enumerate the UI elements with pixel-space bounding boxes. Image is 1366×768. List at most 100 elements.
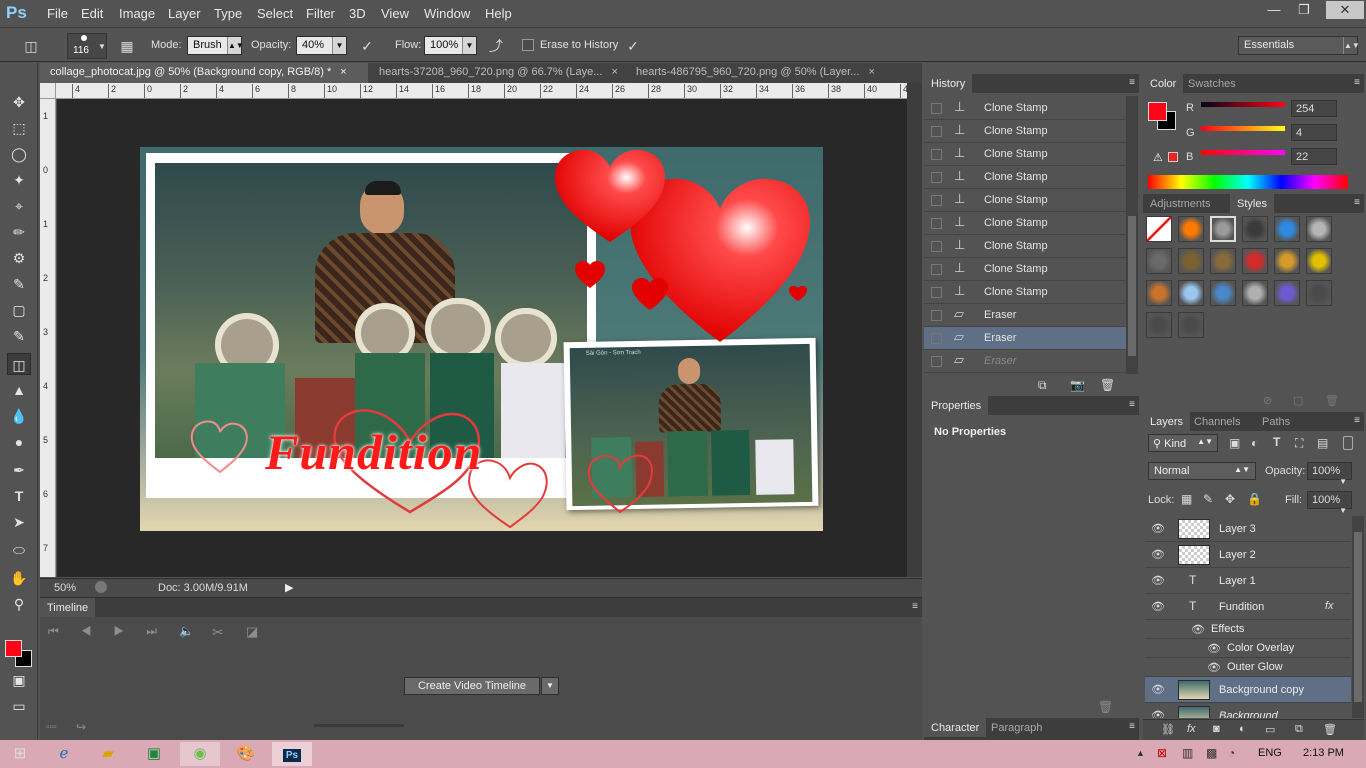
tab-layers[interactable]: Layers <box>1143 412 1191 431</box>
style-swatch[interactable] <box>1274 248 1300 274</box>
tab-properties[interactable]: Properties <box>924 396 989 415</box>
panel-menu-icon[interactable]: ≡ <box>1129 721 1135 732</box>
path-select-icon[interactable]: ➤ <box>7 511 31 533</box>
style-swatch[interactable] <box>1178 280 1204 306</box>
timeline-frames-icon[interactable]: ▫▫▫ <box>46 722 57 733</box>
foreground-color-swatch[interactable] <box>1148 102 1167 121</box>
tab-character[interactable]: Character <box>924 718 987 737</box>
paint-icon[interactable]: 🎨 <box>226 742 266 766</box>
crop-tool-icon[interactable]: ⌖ <box>7 195 31 217</box>
style-swatch[interactable] <box>1146 312 1172 338</box>
b-input[interactable]: 22 <box>1291 148 1337 165</box>
trash-icon[interactable]: 🗑 <box>1325 394 1339 407</box>
ellipse-tool-icon[interactable]: ⬭ <box>7 539 31 561</box>
g-input[interactable]: 4 <box>1291 124 1337 141</box>
fx-icon[interactable]: fx <box>1187 723 1196 735</box>
chrome-icon[interactable]: ◉ <box>180 742 220 766</box>
internet-explorer-icon[interactable]: ℯ <box>44 742 84 766</box>
menu-select[interactable]: Select <box>257 6 293 21</box>
layer-name[interactable]: Background copy <box>1219 684 1304 696</box>
zoom-level[interactable]: 50% <box>54 582 76 594</box>
history-item[interactable]: ▱ Eraser <box>924 327 1126 350</box>
style-swatch[interactable] <box>1210 280 1236 306</box>
tab-paths[interactable]: Paths <box>1255 412 1297 431</box>
layer-row[interactable]: 👁 Background <box>1145 703 1351 718</box>
lasso-tool-icon[interactable]: ◯ <box>7 143 31 165</box>
layer-name[interactable]: Fundition <box>1219 601 1264 613</box>
layers-scrollbar[interactable] <box>1352 516 1364 718</box>
brush-panel-icon[interactable]: ▦ <box>116 35 138 57</box>
clock[interactable]: 2:13 PM <box>1303 747 1344 759</box>
layer-effects-row[interactable]: 👁 Effects <box>1145 620 1351 639</box>
marquee-tool-icon[interactable]: ⬚ <box>7 117 31 139</box>
style-swatch[interactable] <box>1178 248 1204 274</box>
language-indicator[interactable]: ENG <box>1258 747 1282 759</box>
status-arrow-icon[interactable]: ▶ <box>285 581 293 594</box>
filter-smart-icon[interactable]: ▤ <box>1317 436 1328 450</box>
snapshot-checkbox[interactable] <box>931 264 942 275</box>
layer-thumbnail[interactable] <box>1178 545 1210 565</box>
tab-channels[interactable]: Channels <box>1187 412 1247 431</box>
layer-effect-row[interactable]: 👁 Outer Glow <box>1145 658 1351 677</box>
screen-mode-icon[interactable]: ▭ <box>7 695 31 717</box>
tab-timeline[interactable]: Timeline <box>40 598 96 617</box>
canvas-scrollbar[interactable] <box>907 83 922 577</box>
eye-icon[interactable]: 👁 <box>1151 574 1165 587</box>
windows-start-icon[interactable]: ⊞ <box>0 742 40 766</box>
clear-style-icon[interactable]: ⊘ <box>1263 394 1272 407</box>
tray-app-icon[interactable]: ▥ <box>1182 746 1193 760</box>
layer-row[interactable]: 👁 Layer 3 <box>1145 516 1351 542</box>
menu-filter[interactable]: Filter <box>306 6 335 21</box>
style-swatch[interactable] <box>1242 248 1268 274</box>
tab-paragraph[interactable]: Paragraph <box>984 718 1049 737</box>
style-swatch[interactable] <box>1178 216 1204 242</box>
close-button[interactable]: ✕ <box>1326 1 1364 19</box>
menu-type[interactable]: Type <box>214 6 242 21</box>
erase-history-checkbox[interactable] <box>522 39 534 51</box>
panel-menu-icon[interactable]: ≡ <box>1354 77 1360 88</box>
snapshot-checkbox[interactable] <box>931 356 942 367</box>
history-item[interactable]: ⊥ Clone Stamp <box>924 212 1126 235</box>
transition-icon[interactable]: ◪ <box>246 624 258 640</box>
history-scrollbar[interactable] <box>1126 96 1138 374</box>
airbrush-icon[interactable]: ⤴ <box>485 35 507 57</box>
history-item[interactable]: ⊥ Clone Stamp <box>924 143 1126 166</box>
layer-row[interactable]: 👁 Layer 2 <box>1145 542 1351 568</box>
style-swatch[interactable] <box>1178 312 1204 338</box>
style-swatch[interactable] <box>1274 216 1300 242</box>
brush-size-picker[interactable]: 116 ▼ <box>67 33 107 59</box>
history-item[interactable]: ⊥ Clone Stamp <box>924 120 1126 143</box>
menu-view[interactable]: View <box>381 6 409 21</box>
close-icon[interactable]: × <box>340 66 346 78</box>
r-input[interactable]: 254 <box>1291 100 1337 117</box>
eye-icon[interactable]: 👁 <box>1151 522 1165 535</box>
eraser-preset-icon[interactable]: ◫ <box>20 35 42 57</box>
b-slider[interactable] <box>1201 150 1285 155</box>
style-swatch[interactable] <box>1146 248 1172 274</box>
panel-menu-icon[interactable]: ≡ <box>912 601 918 612</box>
playback-controls[interactable]: ⏮◀▶⏭🔈 <box>48 624 216 639</box>
lock-move-icon[interactable]: ✥ <box>1225 492 1235 506</box>
snapshot-checkbox[interactable] <box>931 149 942 160</box>
eraser-tool-icon[interactable]: ◫ <box>7 353 31 375</box>
mask-icon[interactable]: ◙ <box>1213 723 1220 735</box>
brush-tool-icon[interactable]: ✎ <box>7 273 31 295</box>
style-swatch[interactable] <box>1274 280 1300 306</box>
menu-file[interactable]: File <box>47 6 68 21</box>
history-item[interactable]: ⊥ Clone Stamp <box>924 258 1126 281</box>
fill-input[interactable]: 100% ▼ <box>1307 491 1352 515</box>
eye-icon[interactable]: 👁 <box>1151 548 1165 561</box>
style-swatch[interactable] <box>1242 216 1268 242</box>
healing-brush-icon[interactable]: ⚙ <box>7 247 31 269</box>
move-tool-icon[interactable]: ✥ <box>7 91 31 113</box>
tab-swatches[interactable]: Swatches <box>1181 74 1243 93</box>
pressure-opacity-icon[interactable]: ✓ <box>356 35 378 57</box>
snapshot-checkbox[interactable] <box>931 241 942 252</box>
layer-row[interactable]: 👁 Background copy <box>1145 677 1351 703</box>
history-item[interactable]: ⊥ Clone Stamp <box>924 97 1126 120</box>
tray-expand-icon[interactable]: ▲ <box>1136 748 1145 758</box>
status-menu-icon[interactable] <box>95 581 107 593</box>
eye-icon[interactable]: 👁 <box>1151 600 1165 613</box>
snapshot-checkbox[interactable] <box>931 195 942 206</box>
photoshop-taskbar-icon[interactable]: Ps <box>272 742 312 766</box>
